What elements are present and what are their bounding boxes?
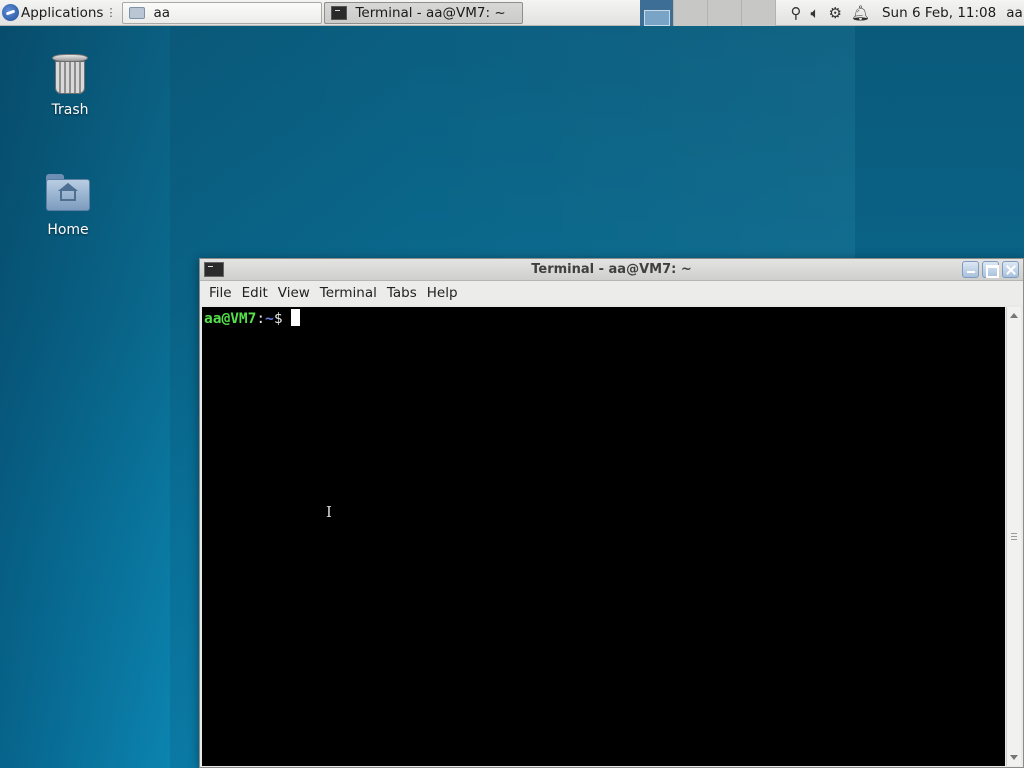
window-title: Terminal - aa@VM7: ~ — [531, 262, 692, 277]
scroll-up-arrow-icon[interactable] — [1010, 313, 1018, 318]
menu-file[interactable]: File — [204, 285, 237, 301]
applications-label: Applications — [21, 4, 104, 21]
menu-help[interactable]: Help — [422, 285, 463, 301]
folder-icon — [129, 6, 146, 19]
menu-tabs[interactable]: Tabs — [382, 285, 422, 301]
search-icon[interactable]: ⚲ — [790, 4, 801, 22]
terminal-output[interactable]: aa@VM7:~$ I — [202, 307, 1005, 766]
xfce-logo-icon — [2, 4, 19, 21]
menu-separator-icon: ⋮ — [105, 6, 117, 19]
taskbar-item-label: Terminal - aa@VM7: ~ — [355, 4, 506, 21]
workspace-1[interactable] — [640, 0, 675, 26]
scroll-down-arrow-icon[interactable] — [1010, 755, 1018, 760]
prompt-separator: : — [256, 311, 266, 327]
text-cursor — [290, 309, 300, 326]
prompt-user: aa@VM7 — [204, 311, 257, 327]
taskbar-item-terminal[interactable]: Terminal - aa@VM7: ~ — [324, 1, 524, 24]
terminal-icon — [331, 5, 348, 20]
applications-menu-button[interactable]: Applications ⋮ — [0, 0, 120, 26]
terminal-window: Terminal - aa@VM7: ~ File Edit View Term… — [199, 258, 1024, 768]
system-tray: ⚲ 🔈︎ ⚙ 🔔︎ — [790, 4, 870, 22]
trash-icon — [51, 52, 89, 96]
shell-prompt: aa@VM7:~$ — [204, 309, 300, 327]
volume-icon[interactable]: 🔈︎ — [810, 4, 819, 22]
close-button[interactable] — [1002, 261, 1019, 278]
workspace-switcher — [640, 0, 777, 26]
vertical-scrollbar[interactable] — [1006, 307, 1021, 766]
prompt-path: ~ — [265, 311, 274, 327]
workspace-3[interactable] — [708, 0, 743, 26]
minimize-button[interactable] — [962, 261, 979, 278]
home-folder-icon — [46, 172, 90, 212]
menu-view[interactable]: View — [273, 285, 315, 301]
notification-bell-icon[interactable]: 🔔︎ — [851, 4, 870, 22]
maximize-button[interactable] — [982, 261, 999, 278]
window-titlebar[interactable]: Terminal - aa@VM7: ~ — [200, 259, 1023, 281]
top-panel: Applications ⋮ aa Terminal - aa@VM7: ~ ⚲… — [0, 0, 1024, 26]
workspace-4[interactable] — [742, 0, 777, 26]
desktop-icon-home[interactable]: Home — [23, 172, 113, 238]
menu-edit[interactable]: Edit — [237, 285, 273, 301]
clock[interactable]: Sun 6 Feb, 11:08 — [882, 5, 996, 21]
desktop-icon-trash[interactable]: Trash — [25, 52, 115, 118]
menu-terminal[interactable]: Terminal — [315, 285, 382, 301]
taskbar-item-label: aa — [153, 4, 171, 21]
taskbar-item-files[interactable]: aa — [122, 1, 323, 24]
prompt-symbol: $ — [273, 311, 283, 327]
desktop-icon-label: Trash — [51, 102, 89, 118]
terminal-icon[interactable] — [204, 262, 224, 277]
workspace-2[interactable] — [674, 0, 709, 26]
user-menu[interactable]: aa — [1006, 5, 1023, 21]
desktop-icon-label: Home — [47, 222, 89, 238]
network-icon[interactable]: ⚙ — [828, 4, 841, 22]
scroll-grip-icon[interactable] — [1011, 533, 1017, 540]
mouse-ibeam-cursor: I — [326, 503, 332, 521]
menu-bar: File Edit View Terminal Tabs Help — [200, 281, 1023, 305]
